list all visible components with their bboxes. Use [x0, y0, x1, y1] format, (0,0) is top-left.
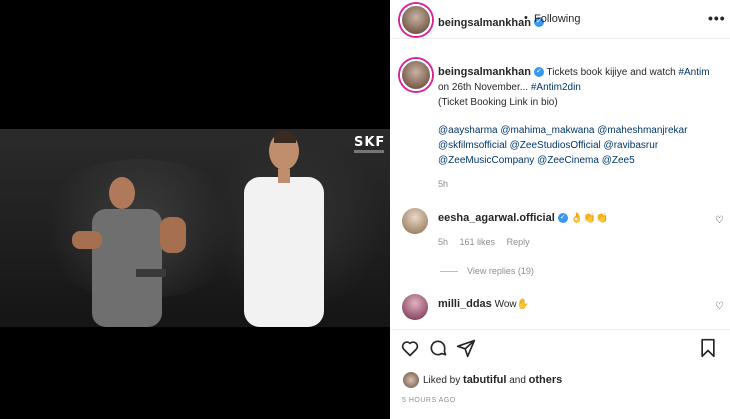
- liked-by-conj: and: [506, 375, 529, 386]
- author-avatar[interactable]: [400, 4, 432, 36]
- post-side-panel: beingsalmankhan ✓ • Following ••• beingsa…: [390, 0, 730, 419]
- likes-summary: Liked by tabutiful and others: [423, 374, 562, 386]
- caption-author-avatar[interactable]: [400, 59, 432, 91]
- commenter-avatar[interactable]: [402, 294, 428, 320]
- caption-timestamp: 5h: [438, 179, 449, 189]
- view-replies-button[interactable]: View replies (19): [467, 266, 534, 276]
- comment-username[interactable]: milli_ddas: [438, 298, 492, 310]
- caption-line2: (Ticket Booking Link in bio): [438, 97, 558, 108]
- comment-meta: 5h 161 likes Reply: [438, 237, 539, 247]
- verified-badge-icon: ✓: [557, 213, 568, 224]
- comment-username[interactable]: eesha_agarwal.official: [438, 212, 555, 224]
- following-button[interactable]: Following: [534, 13, 580, 25]
- more-options-icon[interactable]: •••: [708, 10, 726, 26]
- post-media: SKF: [0, 0, 390, 419]
- mentions-line[interactable]: @aaysharma @mahima_makwana @maheshmanjre…: [438, 123, 722, 138]
- share-icon[interactable]: [456, 338, 476, 358]
- hashtag-link[interactable]: #Antim: [678, 67, 709, 78]
- comment-time: 5h: [438, 237, 449, 247]
- instagram-post-viewer: SKF beingsalmankhan ✓ • Following ••• bei…: [0, 0, 730, 419]
- caption-text-mid: on 26th November...: [438, 82, 531, 93]
- divider: [390, 329, 730, 330]
- caption-username[interactable]: beingsalmankhan: [438, 66, 531, 78]
- comment-likes[interactable]: 161 likes: [460, 237, 496, 247]
- reply-button[interactable]: Reply: [507, 237, 530, 247]
- liked-by-prefix: Liked by: [423, 375, 464, 386]
- author-username[interactable]: beingsalmankhan: [438, 17, 531, 29]
- post-header: beingsalmankhan ✓ • Following •••: [390, 0, 730, 39]
- video-player[interactable]: SKF: [0, 129, 390, 327]
- comment-icon[interactable]: [428, 338, 448, 358]
- replies-line: [440, 271, 458, 272]
- comment-like-heart-icon[interactable]: ♡: [715, 301, 724, 312]
- author-name-row: beingsalmankhan ✓: [438, 13, 544, 31]
- post-timestamp: 5 HOURS AGO: [402, 397, 456, 404]
- heart-icon[interactable]: [400, 338, 420, 358]
- hashtag-link[interactable]: #Antim2din: [531, 82, 581, 93]
- comment-item: milli_ddas Wow✋: [438, 298, 529, 310]
- caption-mentions: @aaysharma @mahima_makwana @maheshmanjre…: [438, 123, 722, 168]
- bookmark-icon[interactable]: [698, 338, 718, 358]
- liker-username[interactable]: tabutiful: [463, 374, 506, 386]
- likes-others-link[interactable]: others: [529, 374, 563, 386]
- actor-figure-left: [72, 177, 186, 327]
- comment-like-heart-icon[interactable]: ♡: [715, 215, 724, 226]
- mentions-line[interactable]: @skfilmsofficial @ZeeStudiosOfficial @ra…: [438, 138, 722, 153]
- studio-logo: SKF: [354, 135, 386, 150]
- actor-figure-right: [244, 130, 324, 327]
- commenter-avatar[interactable]: [402, 208, 428, 234]
- post-caption: beingsalmankhan ✓ Tickets book kijiye and…: [438, 65, 722, 110]
- comment-text: 👌👏👏: [570, 213, 608, 224]
- verified-badge-icon: ✓: [533, 67, 544, 78]
- studio-logo-underline: [354, 150, 384, 153]
- mentions-line[interactable]: @ZeeMusicCompany @ZeeCinema @Zee5: [438, 153, 722, 168]
- separator-dot: •: [524, 12, 528, 24]
- liker-avatar[interactable]: [403, 372, 419, 388]
- comment-text: Wow✋: [494, 299, 530, 310]
- caption-text: Tickets book kijiye and watch: [546, 67, 679, 78]
- comment-item: eesha_agarwal.official ✓ 👌👏👏: [438, 212, 608, 224]
